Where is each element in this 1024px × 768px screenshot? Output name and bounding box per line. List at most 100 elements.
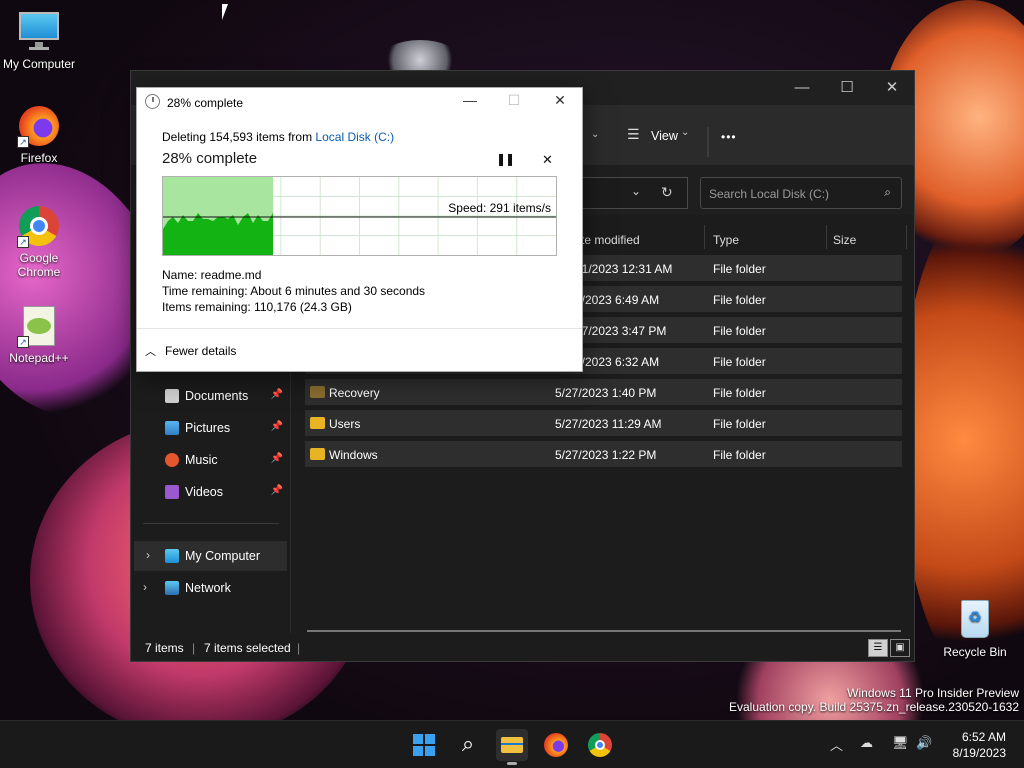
current-file-name: Name: readme.md [162, 268, 262, 282]
nav-label: My Computer [185, 549, 261, 563]
nav-item-documents[interactable]: Documents 📌 [131, 381, 291, 411]
tiles-view-button[interactable]: ▣ [890, 639, 910, 657]
nav-divider [143, 523, 279, 524]
network-icon[interactable]: 🖥 [892, 735, 909, 751]
pin-icon: 📌 [270, 421, 283, 432]
view-label: View [651, 129, 678, 143]
monitor-icon [165, 549, 179, 563]
nav-item-my-computer[interactable]: › My Computer [134, 541, 287, 571]
column-label: Size [833, 233, 857, 247]
desktop-icon-my-computer[interactable]: My Computer [0, 10, 78, 71]
desktop-icon-notepad-plus-plus[interactable]: ↗ Notepad++ [0, 304, 78, 365]
search-input[interactable]: Search Local Disk (C:) ⌕ [700, 177, 902, 209]
refresh-icon[interactable]: ↻ [661, 184, 673, 201]
chevron-right-icon[interactable]: › [143, 580, 147, 594]
folder-icon [310, 386, 325, 398]
row-type: File folder [713, 293, 766, 307]
network-icon [165, 581, 179, 595]
search-placeholder: Search Local Disk (C:) [709, 187, 830, 201]
minimize-button[interactable]: — [455, 92, 485, 108]
view-icon: ☰ [627, 126, 640, 142]
row-type: File folder [713, 417, 766, 431]
column-header-date-modified[interactable]: te modified [575, 225, 705, 249]
nav-label: Videos [185, 485, 223, 499]
more-options-button[interactable]: ••• [721, 130, 737, 144]
row-name: Users [329, 417, 361, 431]
progress-speed-graph: Speed: 291 items/s [162, 176, 557, 256]
table-row[interactable]: Windows 5/27/2023 1:22 PM File folder [305, 441, 902, 467]
chevron-up-icon: ︿ [145, 346, 156, 358]
clock-icon [145, 94, 160, 109]
nav-item-music[interactable]: Music 📌 [131, 445, 291, 475]
volume-icon[interactable]: 🔊 [916, 735, 932, 751]
search-icon[interactable]: ⌕ [452, 729, 484, 761]
folder-icon [501, 737, 523, 753]
close-button[interactable]: ✕ [869, 71, 915, 105]
desktop-icon-google-chrome[interactable]: ↗ Google Chrome [0, 204, 78, 279]
dialog-title-bar[interactable]: 28% complete — ☐ ✕ [137, 88, 582, 116]
row-date: 27/2023 3:47 PM [575, 324, 667, 338]
desktop-icon-label: My Computer [2, 57, 76, 71]
row-date: 5/27/2023 1:40 PM [555, 386, 657, 400]
row-date: 9/2023 6:32 AM [575, 355, 660, 369]
address-bar[interactable]: ⌄ ↻ [571, 177, 688, 209]
nav-label: Documents [185, 389, 249, 403]
row-date: 5/27/2023 1:22 PM [555, 448, 657, 462]
chevron-right-icon[interactable]: › [146, 548, 150, 562]
nav-item-videos[interactable]: Videos 📌 [131, 477, 291, 507]
deleting-text: Deleting 154,593 items from [162, 130, 316, 144]
table-row[interactable]: Recovery 5/27/2023 1:40 PM File folder [305, 379, 902, 405]
nav-item-network[interactable]: › Network [131, 573, 291, 603]
progress-heading: 28% complete [162, 150, 258, 167]
pause-button[interactable]: ❚❚ [496, 152, 515, 166]
dialog-divider [137, 328, 582, 329]
status-divider: | [297, 641, 301, 655]
maximize-button[interactable]: ☐ [824, 71, 870, 105]
fewer-details-button[interactable]: ︿ Fewer details [145, 344, 236, 358]
cloud-offline-icon[interactable]: ☁ [860, 735, 873, 751]
nav-item-pictures[interactable]: Pictures 📌 [131, 413, 291, 443]
status-divider: | [192, 641, 196, 655]
close-button[interactable]: ✕ [545, 92, 575, 109]
horizontal-scrollbar[interactable] [307, 630, 901, 632]
row-type: File folder [713, 324, 766, 338]
column-header-size[interactable]: Size [827, 225, 907, 249]
row-type: File folder [713, 262, 766, 276]
chevron-up-icon[interactable]: ︿ [830, 735, 843, 754]
desktop-icon-label: Firefox [20, 151, 58, 165]
view-menu-button[interactable]: ☰ View ⌄ [627, 126, 713, 147]
desktop-icon-label: Notepad++ [9, 351, 69, 365]
chevron-down-icon[interactable]: ⌄ [631, 184, 641, 198]
chevron-down-icon[interactable]: ⌄ [591, 129, 599, 140]
row-type: File folder [713, 386, 766, 400]
file-explorer-taskbar-button[interactable] [496, 729, 528, 765]
minimize-button[interactable]: — [779, 71, 825, 105]
watermark-line: Windows 11 Pro Insider Preview [847, 686, 1019, 700]
notepad-plus-plus-icon: ↗ [17, 304, 61, 348]
firefox-icon: ↗ [17, 104, 61, 148]
source-drive-link[interactable]: Local Disk (C:) [315, 130, 394, 144]
nav-label: Pictures [185, 421, 231, 435]
details-view-button[interactable]: ☰ [868, 639, 888, 657]
start-button[interactable] [408, 729, 440, 761]
chrome-taskbar-button[interactable] [584, 729, 616, 761]
taskbar-clock[interactable]: 6:52 AM 8/19/2023 [953, 729, 1006, 761]
monitor-icon [17, 10, 61, 54]
desktop-icon-label: Google Chrome [17, 251, 61, 279]
clock-date: 8/19/2023 [952, 746, 1006, 760]
pin-icon: 📌 [270, 485, 283, 496]
folder-icon [310, 417, 325, 429]
pictures-icon [165, 421, 179, 435]
column-header-type[interactable]: Type [707, 225, 827, 249]
document-icon [165, 389, 179, 403]
desktop-icon-firefox[interactable]: ↗ Firefox [0, 104, 78, 165]
status-item-count: 7 items [145, 641, 184, 655]
firefox-taskbar-button[interactable] [540, 729, 572, 761]
chrome-icon-center [595, 740, 605, 750]
folder-icon [310, 448, 325, 460]
cancel-button[interactable]: ✕ [542, 152, 553, 168]
table-row[interactable]: Users 5/27/2023 11:29 AM File folder [305, 410, 902, 436]
evaluation-watermark: Windows 11 Pro Insider Preview Evaluatio… [729, 686, 1019, 714]
videos-icon [165, 485, 179, 499]
desktop-icon-recycle-bin[interactable]: ♻ Recycle Bin [936, 598, 1014, 659]
